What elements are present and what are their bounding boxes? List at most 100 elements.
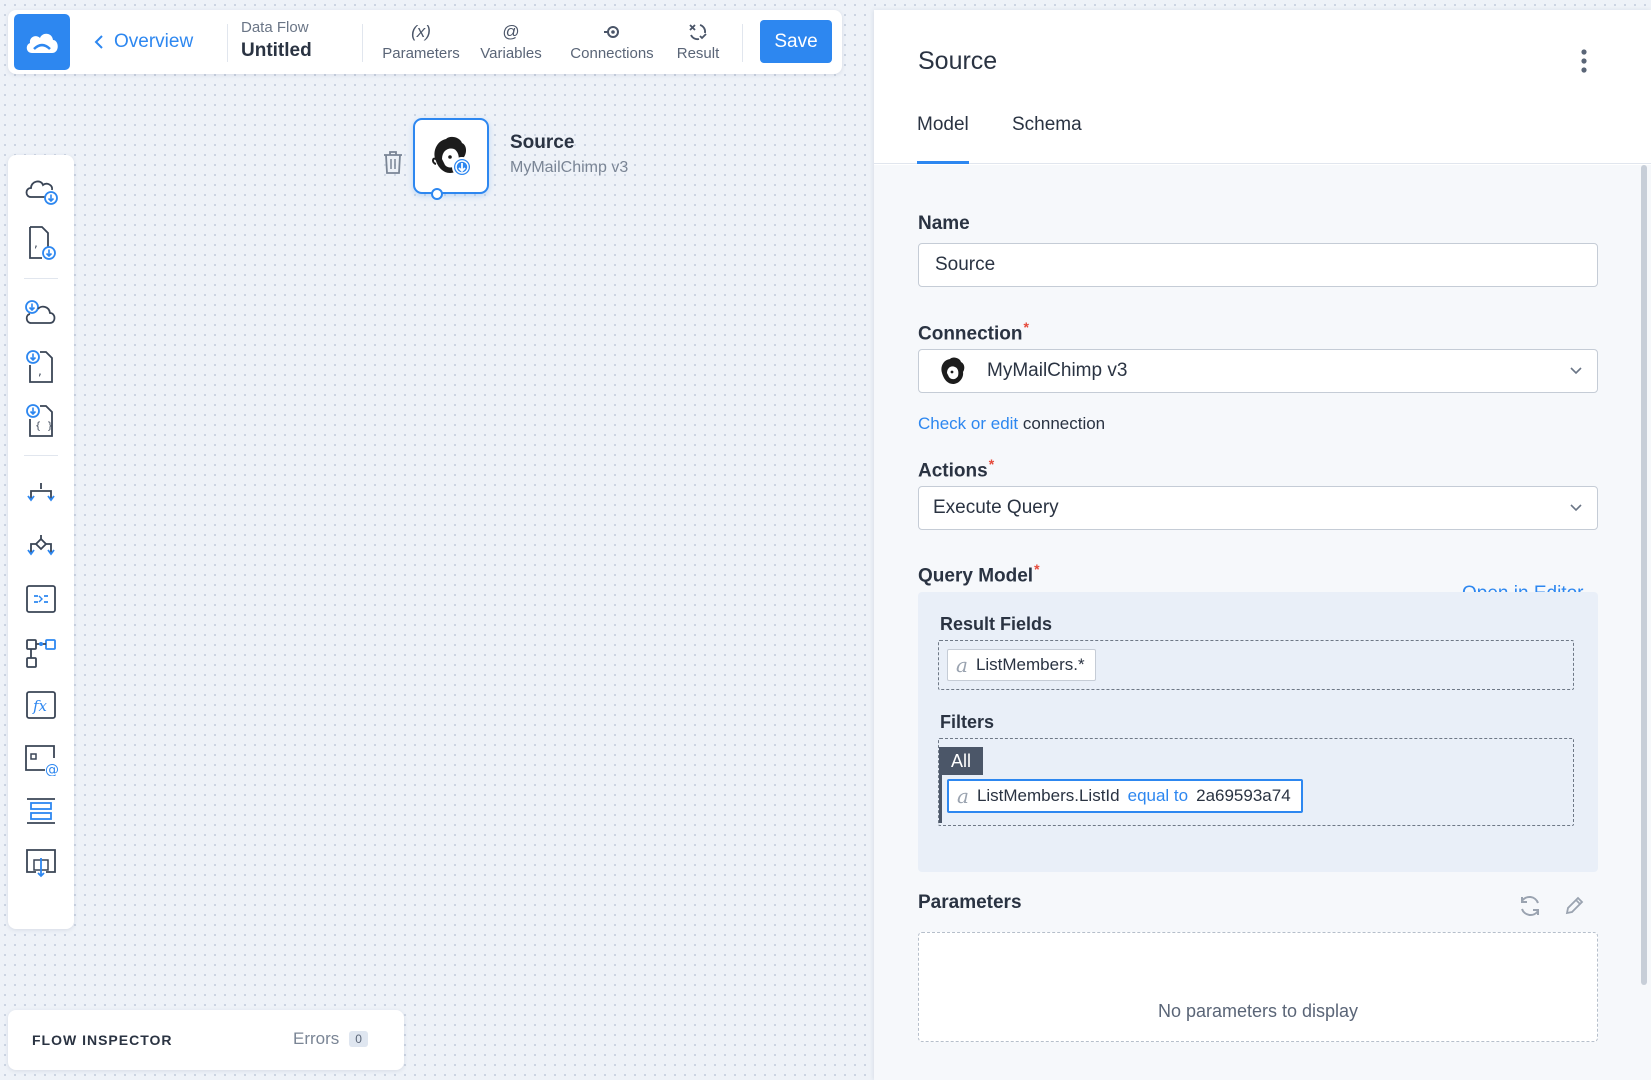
palette-divider — [24, 455, 58, 456]
panel-title: Source — [918, 47, 998, 75]
node-subtitle: MyMailChimp v3 — [510, 159, 629, 176]
palette-source-csv[interactable]: , — [21, 223, 61, 263]
mailchimp-source-icon — [432, 136, 472, 177]
required-marker: * — [1023, 319, 1029, 335]
palette-divider — [24, 278, 58, 279]
buffer-icon — [27, 798, 55, 824]
parameters-button[interactable]: (x) Parameters — [377, 20, 465, 66]
palette-import[interactable] — [21, 843, 61, 883]
parameters-icon: (x) — [411, 22, 431, 41]
parameters-list: No parameters to display — [918, 932, 1598, 1042]
palette-mapping[interactable] — [21, 579, 61, 619]
filter-condition-chip[interactable]: a ListMembers.ListId equal to 2a69593a74 — [947, 779, 1303, 813]
palette-conditional-split[interactable] — [21, 527, 61, 567]
delete-node-button[interactable] — [382, 149, 404, 180]
import-icon — [26, 849, 56, 878]
svg-text:@: @ — [45, 762, 59, 776]
chevron-down-icon — [1570, 367, 1582, 375]
palette-expression[interactable]: fx — [21, 685, 61, 725]
result-field-chip[interactable]: a ListMembers.* — [947, 649, 1096, 681]
flow-info: Data Flow Untitled — [241, 18, 312, 64]
filters-dropzone[interactable]: All a ListMembers.ListId equal to 2a6959… — [938, 738, 1574, 826]
palette-target-cloud[interactable] — [21, 295, 61, 335]
mapping-icon — [26, 585, 56, 613]
palette-target-json[interactable]: { } — [21, 401, 61, 441]
save-button[interactable]: Save — [760, 20, 832, 63]
more-options-button[interactable] — [1580, 48, 1588, 79]
actions-label-text: Actions — [918, 460, 988, 482]
result-fields-dropzone[interactable]: a ListMembers.* — [938, 640, 1574, 690]
palette-variable[interactable]: @ — [21, 739, 61, 779]
actions-select[interactable]: Execute Query — [918, 486, 1598, 530]
app-logo[interactable] — [14, 14, 70, 70]
node-output-port[interactable] — [431, 188, 443, 200]
connection-select[interactable]: MyMailChimp v3 — [918, 349, 1598, 393]
top-toolbar: Overview Data Flow Untitled (x) Paramete… — [8, 10, 842, 74]
parameters-label: Parameters — [382, 45, 460, 62]
result-icon — [688, 20, 708, 44]
lookup-icon — [26, 639, 56, 668]
at-icon: @ — [502, 22, 520, 41]
kebab-menu-icon — [1581, 49, 1587, 73]
palette-split[interactable] — [21, 473, 61, 513]
panel-header: Source Model Schema — [874, 10, 1651, 164]
query-model-box: Result Fields a ListMembers.* Filters Al… — [918, 592, 1598, 872]
back-label: Overview — [114, 31, 194, 52]
properties-panel: Source Model Schema Name Connection* MyM… — [874, 10, 1651, 1080]
cloud-source-icon — [25, 180, 58, 205]
panel-scrollbar[interactable] — [1641, 165, 1647, 985]
edit-parameters-button[interactable] — [1564, 896, 1584, 921]
split-icon — [27, 483, 55, 502]
variables-button[interactable]: @ Variables — [475, 20, 547, 66]
result-button[interactable]: Result — [671, 20, 725, 66]
palette-source-cloud[interactable] — [21, 171, 61, 211]
actions-value: Execute Query — [933, 497, 1059, 518]
connections-icon — [603, 20, 621, 44]
csv-target-icon: , — [26, 350, 53, 383]
flow-inspector[interactable]: FLOW INSPECTOR Errors 0 — [8, 1010, 404, 1070]
panel-body: Name Connection* MyMailChimp v3 Check or… — [874, 165, 1651, 1080]
variable-icon: @ — [25, 745, 59, 776]
connection-value: MyMailChimp v3 — [987, 360, 1128, 381]
function-icon: fx — [26, 691, 56, 719]
palette-buffer[interactable] — [21, 791, 61, 831]
filter-group-all[interactable]: All — [939, 747, 983, 775]
tab-schema[interactable]: Schema — [1012, 114, 1082, 164]
cloud-target-icon — [25, 300, 56, 324]
pencil-icon — [1565, 896, 1584, 915]
chevron-down-icon — [1570, 504, 1582, 512]
errors-count-badge: 0 — [349, 1031, 368, 1047]
actions-label: Actions* — [918, 456, 994, 482]
filter-operator[interactable]: equal to — [1128, 786, 1189, 806]
connections-button[interactable]: Connections — [564, 20, 660, 66]
conditional-split-icon — [27, 535, 55, 556]
palette-target-csv[interactable]: , — [21, 347, 61, 387]
required-marker: * — [1034, 561, 1040, 577]
connections-label: Connections — [570, 45, 654, 62]
svg-text:{ }: { } — [35, 421, 53, 432]
required-marker: * — [988, 456, 995, 472]
result-fields-label: Result Fields — [940, 614, 1053, 634]
tab-model[interactable]: Model — [917, 114, 969, 164]
name-input[interactable] — [918, 243, 1598, 287]
filter-field: ListMembers.ListId — [976, 786, 1120, 805]
filter-value[interactable]: 2a69593a74 — [1196, 786, 1291, 806]
flow-name[interactable]: Untitled — [241, 38, 312, 64]
back-to-overview-link[interactable]: Overview — [94, 28, 193, 56]
palette-lookup[interactable] — [21, 633, 61, 673]
svg-text:,: , — [34, 236, 38, 250]
connection-label: Connection* — [918, 319, 1029, 345]
refresh-icon — [1521, 896, 1539, 916]
errors-toggle[interactable]: Errors 0 — [293, 1029, 368, 1049]
component-palette: , , { } fx @ — [8, 155, 74, 929]
check-connection-text: Check or edit connection — [918, 414, 1105, 434]
source-node[interactable] — [413, 118, 489, 194]
json-target-icon: { } — [26, 404, 53, 437]
text-field-icon: a — [957, 784, 969, 808]
connection-label-text: Connection — [918, 323, 1023, 345]
check-or-edit-link[interactable]: Check or edit — [918, 414, 1018, 433]
text-field-icon: a — [956, 653, 968, 677]
flow-inspector-title: FLOW INSPECTOR — [32, 1032, 173, 1048]
cloud-logo-icon — [26, 33, 58, 53]
refresh-parameters-button[interactable] — [1517, 894, 1543, 923]
